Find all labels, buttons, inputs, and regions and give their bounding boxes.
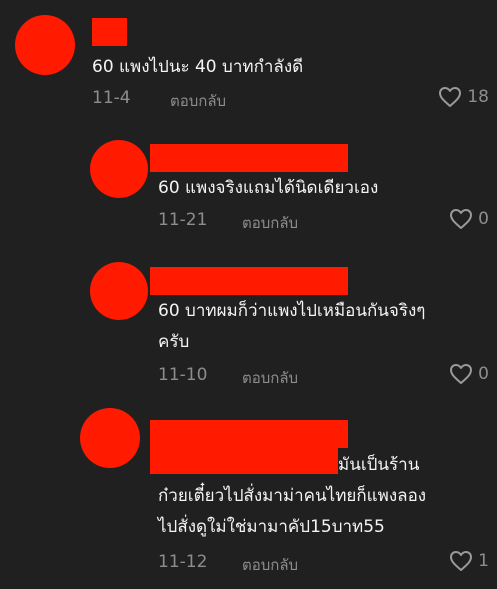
avatar[interactable] — [15, 15, 75, 75]
username-redacted — [150, 446, 338, 474]
comment-text: 60 บาทผมก็ว่าแพงไปเหมือนกันจริงๆ — [158, 301, 426, 321]
username-redacted[interactable] — [150, 420, 348, 448]
like-count: 1 — [478, 551, 489, 571]
comment-date: 11-12 — [158, 552, 208, 572]
heart-outline-icon — [438, 86, 462, 108]
comment-date: 11-4 — [92, 88, 131, 108]
username-redacted[interactable] — [150, 144, 348, 172]
heart-outline-icon — [449, 208, 473, 230]
comment-text: ก๋วยเตี๋ยวไปสั่งมาม่าคนไทยก็แพงลอง — [158, 486, 427, 506]
like-button[interactable]: 0 — [449, 208, 489, 230]
username-redacted[interactable] — [92, 18, 127, 46]
comment-text: ไปสั่งดูใม่ใช่มามาคัป15บาท55 — [158, 517, 385, 537]
comment-date: 11-21 — [158, 210, 208, 230]
comment-text: 60 แพงจริงแถมได้นิดเดียวเอง — [158, 178, 379, 198]
heart-outline-icon — [449, 550, 473, 572]
avatar[interactable] — [90, 262, 148, 320]
avatar[interactable] — [80, 408, 140, 468]
comment-text: 60 แพงไปนะ 40 บาทกำลังดี — [92, 57, 304, 77]
like-count: 18 — [467, 87, 489, 107]
heart-outline-icon — [449, 363, 473, 385]
like-button[interactable]: 0 — [449, 363, 489, 385]
comment-date: 11-10 — [158, 365, 208, 385]
like-count: 0 — [478, 209, 489, 229]
reply-button[interactable]: ตอบกลับ — [170, 89, 226, 113]
comment-text: มันเป็นร้าน — [338, 455, 420, 475]
username-redacted[interactable] — [150, 267, 348, 295]
reply-button[interactable]: ตอบกลับ — [242, 211, 298, 235]
avatar[interactable] — [90, 140, 148, 198]
like-button[interactable]: 18 — [438, 86, 489, 108]
reply-button[interactable]: ตอบกลับ — [242, 553, 298, 577]
like-count: 0 — [478, 364, 489, 384]
reply-button[interactable]: ตอบกลับ — [242, 366, 298, 390]
like-button[interactable]: 1 — [449, 550, 489, 572]
comment-text: ครับ — [158, 332, 190, 352]
